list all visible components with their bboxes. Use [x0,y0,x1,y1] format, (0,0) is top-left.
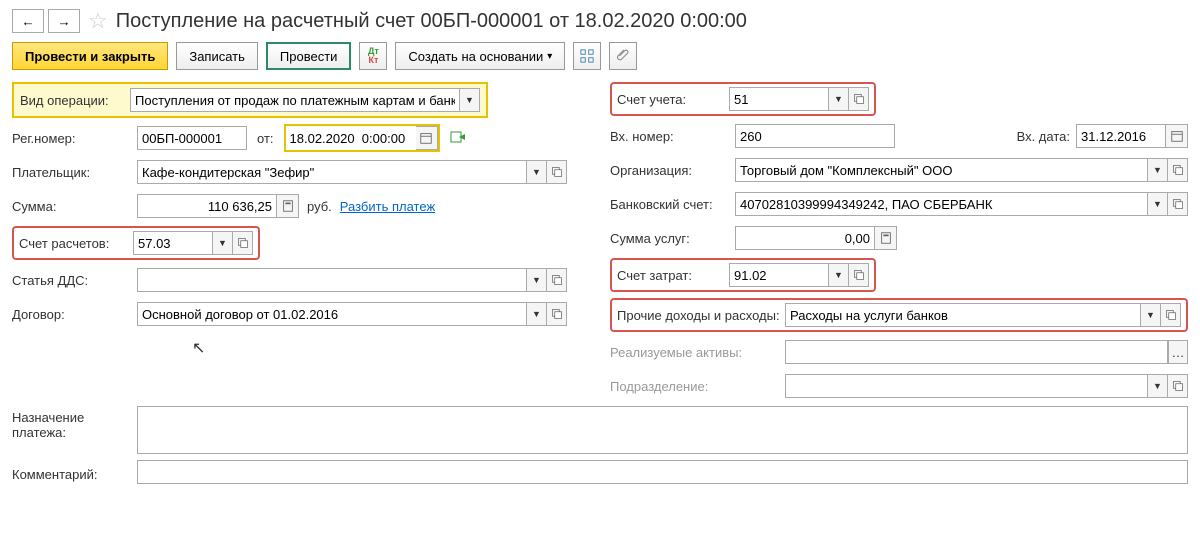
org-open-icon[interactable] [1168,158,1188,182]
assets-label: Реализуемые активы: [610,345,785,360]
split-payment-link[interactable]: Разбить платеж [340,199,435,214]
in-date-input[interactable] [1076,124,1166,148]
division-label: Подразделение: [610,379,785,394]
dds-input[interactable] [137,268,527,292]
sum-input[interactable] [137,194,277,218]
cursor-icon: ↖ [192,338,590,358]
payer-open-icon[interactable] [547,160,567,184]
currency-label: руб. [307,199,332,214]
org-dropdown-icon[interactable]: ▼ [1148,158,1168,182]
dtkt-button[interactable]: ДтКт [359,42,387,70]
purpose-label: Назначение платежа: [12,406,137,440]
nav-forward-button[interactable]: → [48,9,80,33]
comment-label: Комментарий: [12,463,137,482]
status-icon[interactable] [450,129,466,148]
reg-num-label: Рег.номер: [12,131,137,146]
in-num-input[interactable] [735,124,895,148]
account-open-icon[interactable] [849,87,869,111]
other-label: Прочие доходы и расходы: [617,308,785,323]
settle-acc-input[interactable] [133,231,213,255]
settle-acc-section: Счет расчетов: ▼ [12,226,260,260]
op-type-label: Вид операции: [20,93,130,108]
in-date-calendar-icon[interactable] [1166,124,1188,148]
dds-open-icon[interactable] [547,268,567,292]
nav-back-button[interactable]: ← [12,9,44,33]
bank-open-icon[interactable] [1168,192,1188,216]
comment-input[interactable] [137,460,1188,484]
in-num-label: Вх. номер: [610,129,735,144]
create-based-button[interactable]: Создать на основании [395,42,565,70]
assets-input[interactable] [785,340,1168,364]
dds-label: Статья ДДС: [12,273,137,288]
bank-label: Банковский счет: [610,197,735,212]
other-open-icon[interactable] [1161,303,1181,327]
op-type-dropdown-icon[interactable]: ▼ [460,88,480,112]
reg-num-input[interactable] [137,126,247,150]
cost-acc-dropdown-icon[interactable]: ▼ [829,263,849,287]
svc-sum-input[interactable] [735,226,875,250]
bank-dropdown-icon[interactable]: ▼ [1148,192,1168,216]
favorite-icon[interactable]: ☆ [88,8,108,34]
account-dropdown-icon[interactable]: ▼ [829,87,849,111]
structure-button[interactable] [573,42,601,70]
account-label: Счет учета: [617,92,729,107]
op-type-input[interactable] [130,88,460,112]
save-button[interactable]: Записать [176,42,258,70]
contract-input[interactable] [137,302,527,326]
division-open-icon[interactable] [1168,374,1188,398]
contract-label: Договор: [12,307,137,322]
division-input[interactable] [785,374,1148,398]
cost-acc-label: Счет затрат: [617,268,729,283]
date-input[interactable] [286,126,416,150]
post-close-button[interactable]: Провести и закрыть [12,42,168,70]
from-label: от: [257,131,274,146]
attach-button[interactable] [609,42,637,70]
payer-label: Плательщик: [12,165,137,180]
settle-acc-dropdown-icon[interactable]: ▼ [213,231,233,255]
calculator-icon[interactable] [277,194,299,218]
payer-dropdown-icon[interactable]: ▼ [527,160,547,184]
contract-dropdown-icon[interactable]: ▼ [527,302,547,326]
payer-input[interactable] [137,160,527,184]
account-input[interactable] [729,87,829,111]
other-dropdown-icon[interactable]: ▼ [1141,303,1161,327]
post-button[interactable]: Провести [266,42,352,70]
calculator-icon-2[interactable] [875,226,897,250]
cost-acc-section: Счет затрат: ▼ [610,258,876,292]
org-label: Организация: [610,163,735,178]
cost-acc-input[interactable] [729,263,829,287]
in-date-label: Вх. дата: [1017,129,1070,144]
calendar-icon[interactable] [416,126,438,150]
op-type-section: Вид операции: ▼ [12,82,488,118]
account-section: Счет учета: ▼ [610,82,876,116]
sum-label: Сумма: [12,199,137,214]
toolbar: Провести и закрыть Записать Провести ДтК… [12,42,1188,70]
page-title: Поступление на расчетный счет 00БП-00000… [116,10,747,33]
settle-acc-label: Счет расчетов: [19,236,133,251]
other-input[interactable] [785,303,1141,327]
other-section: Прочие доходы и расходы: ▼ [610,298,1188,332]
dds-dropdown-icon[interactable]: ▼ [527,268,547,292]
svc-sum-label: Сумма услуг: [610,231,735,246]
org-input[interactable] [735,158,1148,182]
assets-open-icon[interactable]: … [1168,340,1188,364]
settle-acc-open-icon[interactable] [233,231,253,255]
date-highlight [284,124,440,152]
contract-open-icon[interactable] [547,302,567,326]
cost-acc-open-icon[interactable] [849,263,869,287]
bank-input[interactable] [735,192,1148,216]
purpose-input[interactable] [137,406,1188,454]
division-dropdown-icon[interactable]: ▼ [1148,374,1168,398]
